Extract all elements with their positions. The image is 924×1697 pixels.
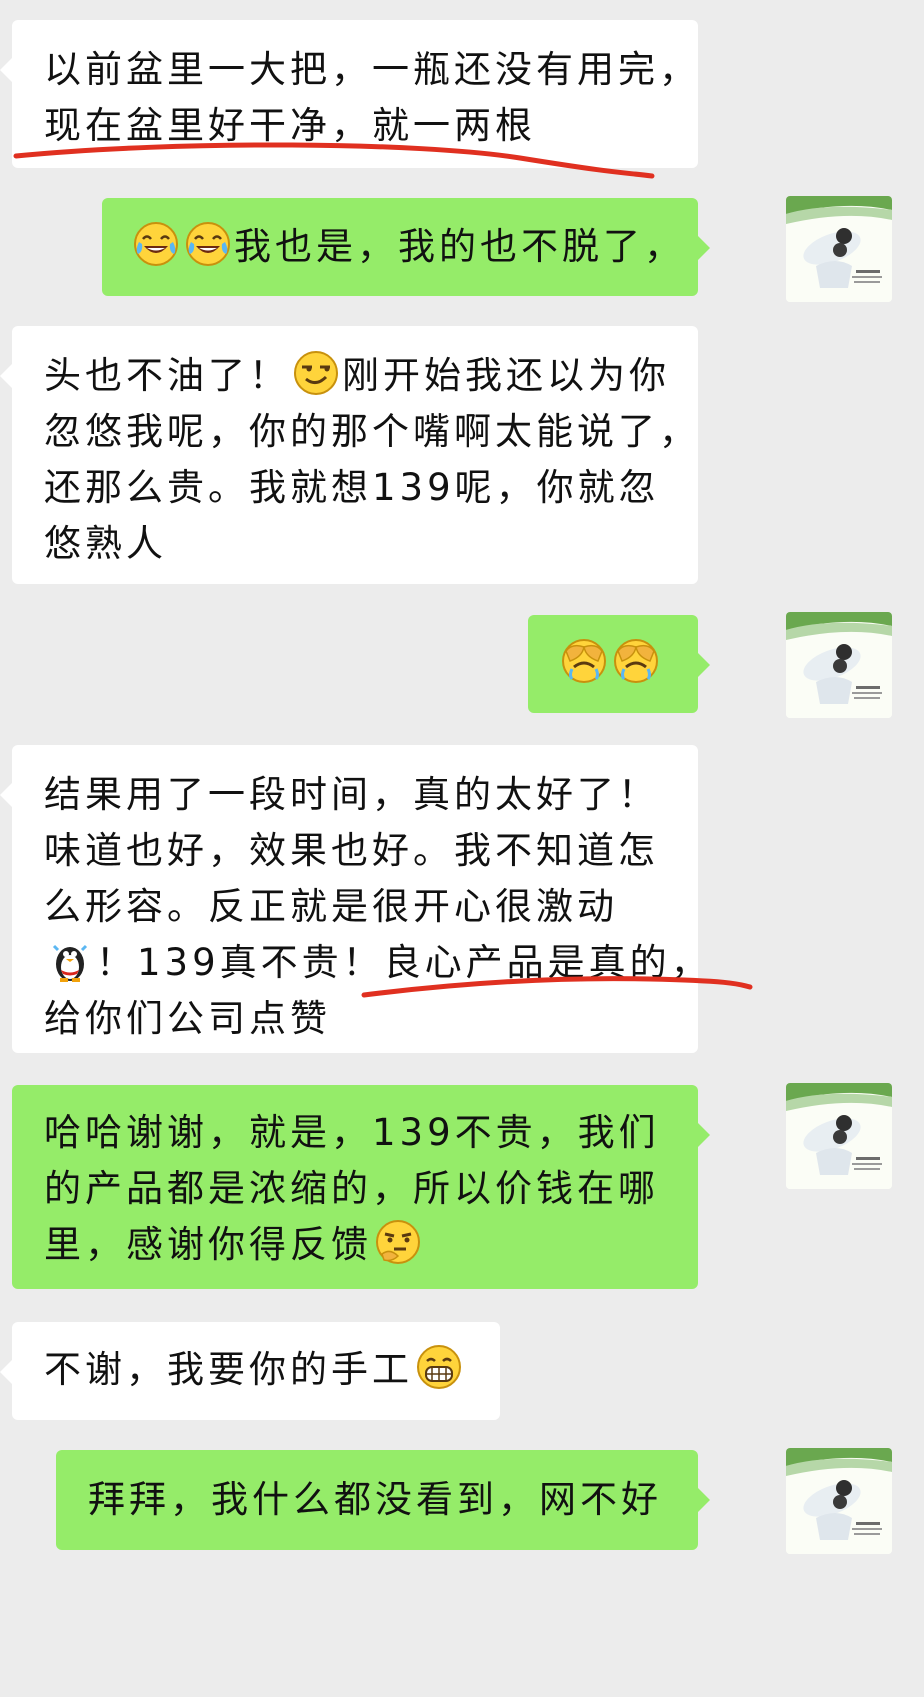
message-text: 里，感谢你得反馈 xyxy=(44,1223,372,1266)
thinking-emoji xyxy=(374,1218,422,1266)
message-text: 以前盆里一大把，一瓶还没有用完， xyxy=(44,48,700,91)
smug-emoji xyxy=(292,349,340,397)
avatar[interactable] xyxy=(786,612,892,718)
message-text: 拜拜，我什么都没看到，网不好 xyxy=(88,1478,662,1521)
message-bubble-incoming[interactable]: 结果用了一段时间，真的太好了！ 味道也好，效果也好。我不知道怎 么形容。反正就是… xyxy=(0,745,708,1053)
message-text: 我也是，我的也不脱了， xyxy=(234,225,685,268)
message-text: 忽悠我呢，你的那个嘴啊太能说了， xyxy=(44,410,700,453)
message-text: 悠熟人 xyxy=(44,522,167,565)
message-bubble-incoming[interactable]: 不谢，我要你的手工 xyxy=(0,1322,500,1420)
laugh-crying-emoji xyxy=(184,220,232,268)
avatar-photo-icon xyxy=(786,612,892,718)
penguin-emoji xyxy=(46,936,94,984)
message-text: 头也不油了！ xyxy=(44,354,290,397)
message-bubble-outgoing[interactable]: 我也是，我的也不脱了， xyxy=(102,198,710,296)
facepalm-emoji xyxy=(612,637,660,685)
message-text: 现在盆里好干净，就一两根 xyxy=(44,104,536,147)
message-text: ！139真不贵！良心产品是真的， xyxy=(96,941,712,984)
message-text: 还那么贵。我就想139呢，你就忽 xyxy=(44,466,660,509)
message-bubble-outgoing[interactable] xyxy=(528,615,710,713)
message-text: 结果用了一段时间，真的太好了！ xyxy=(44,773,659,816)
facepalm-emoji xyxy=(560,637,608,685)
avatar[interactable] xyxy=(786,1448,892,1554)
laugh-crying-emoji xyxy=(132,220,180,268)
message-text: 哈哈谢谢，就是，139不贵，我们 xyxy=(44,1111,660,1154)
avatar[interactable] xyxy=(786,196,892,302)
message-text: 给你们公司点赞 xyxy=(44,997,331,1040)
message-text: 不谢，我要你的手工 xyxy=(44,1348,413,1391)
avatar-photo-icon xyxy=(786,1448,892,1554)
message-bubble-outgoing[interactable]: 哈哈谢谢，就是，139不贵，我们 的产品都是浓缩的，所以价钱在哪 里，感谢你得反… xyxy=(12,1085,710,1289)
message-bubble-outgoing[interactable]: 拜拜，我什么都没看到，网不好 xyxy=(56,1450,710,1550)
message-text: 的产品都是浓缩的，所以价钱在哪 xyxy=(44,1167,659,1210)
message-bubble-incoming[interactable]: 以前盆里一大把，一瓶还没有用完， 现在盆里好干净，就一两根 xyxy=(0,20,700,168)
avatar-photo-icon xyxy=(786,196,892,302)
message-text: 么形容。反正就是很开心很激动 xyxy=(44,885,618,928)
avatar[interactable] xyxy=(786,1083,892,1189)
grin-emoji xyxy=(415,1343,463,1391)
message-bubble-incoming[interactable]: 头也不油了！ 刚开始我还以为你 忽悠我呢，你的那个嘴啊太能说了， 还那么贵。我就想… xyxy=(0,326,700,584)
message-text: 味道也好，效果也好。我不知道怎 xyxy=(44,829,659,872)
message-text: 刚开始我还以为你 xyxy=(342,354,670,397)
avatar-photo-icon xyxy=(786,1083,892,1189)
